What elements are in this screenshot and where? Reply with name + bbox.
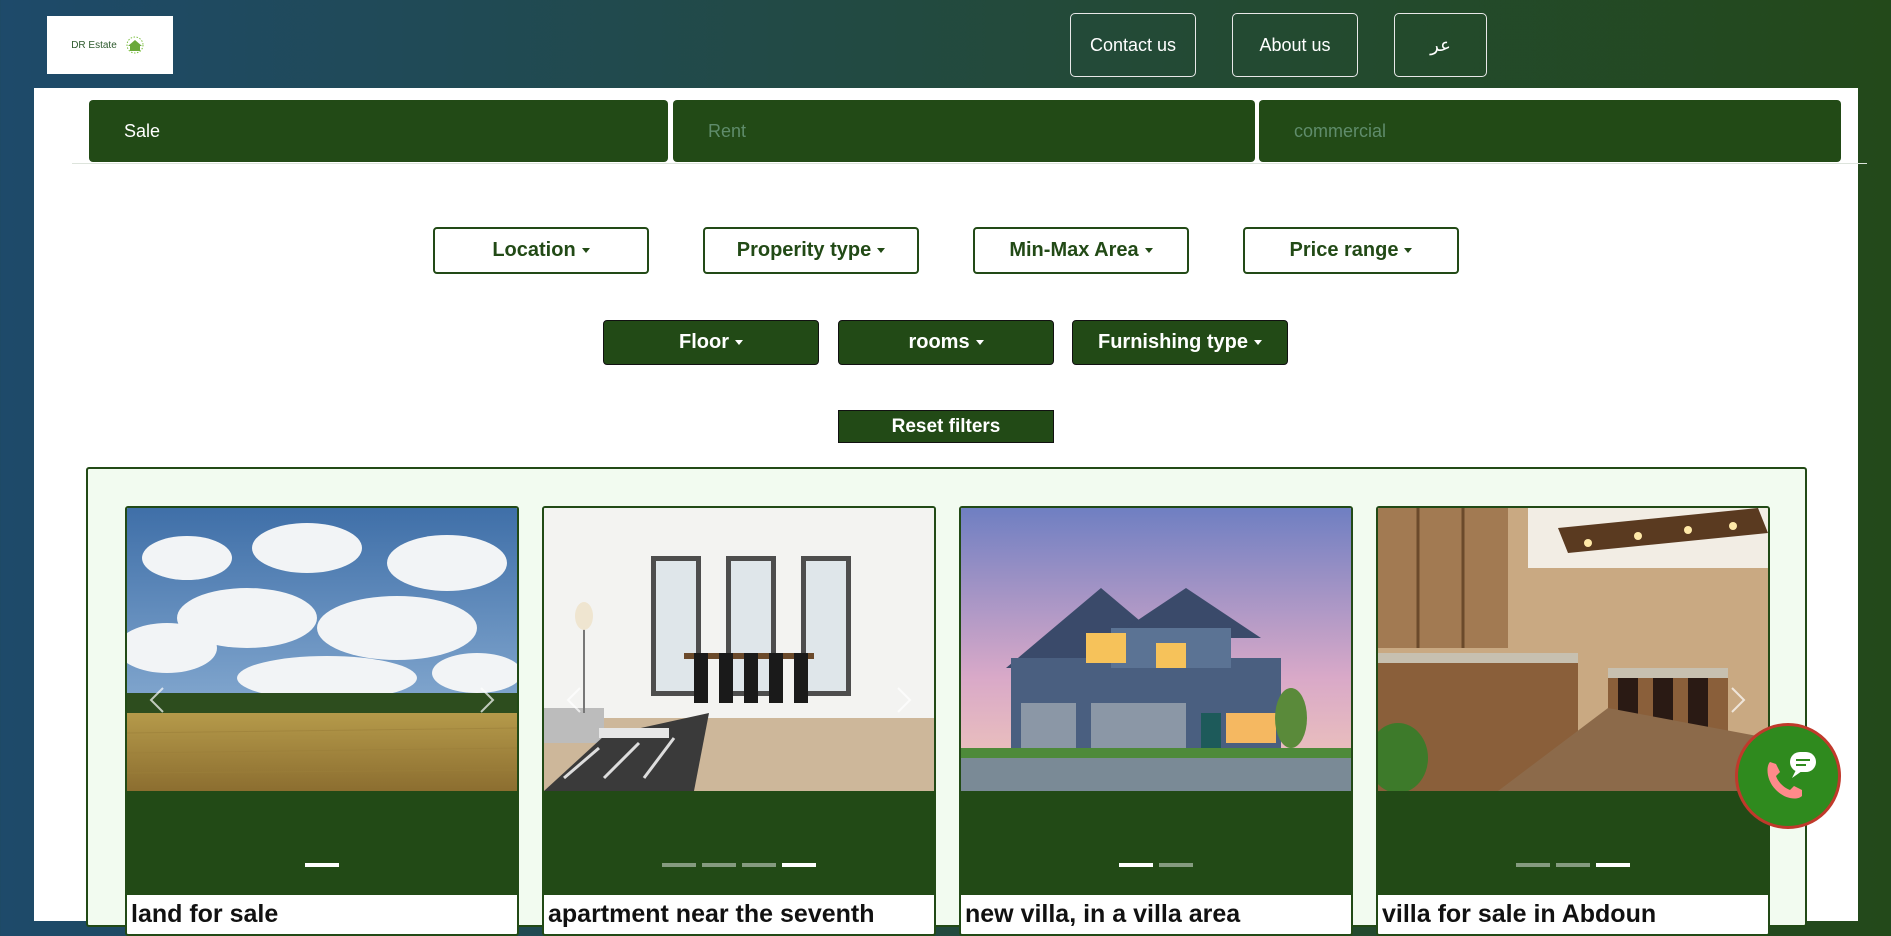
listing-title[interactable]: new villa, in a villa area bbox=[965, 900, 1240, 929]
floor-dropdown-label: Floor bbox=[679, 331, 729, 353]
listing-title[interactable]: land for sale bbox=[131, 900, 278, 929]
area-range-dropdown[interactable]: Min-Max Area bbox=[973, 227, 1189, 274]
location-dropdown[interactable]: Location bbox=[433, 227, 649, 274]
listing-image-field[interactable] bbox=[127, 508, 517, 791]
property-type-dropdown-label: Properity type bbox=[736, 239, 872, 261]
carousel-indicator[interactable] bbox=[742, 863, 776, 867]
carousel-indicators bbox=[544, 863, 934, 867]
carousel-indicator-band bbox=[961, 791, 1351, 895]
caret-down-icon bbox=[1144, 248, 1153, 253]
carousel-indicator[interactable] bbox=[1516, 863, 1550, 867]
carousel-indicator[interactable] bbox=[702, 863, 736, 867]
carousel-next-button[interactable] bbox=[479, 686, 495, 714]
carousel-indicator-band bbox=[127, 791, 517, 895]
location-dropdown-label: Location bbox=[492, 239, 576, 261]
caret-down-icon bbox=[581, 248, 590, 253]
field-landscape-image bbox=[127, 508, 517, 791]
carousel-indicator[interactable] bbox=[305, 863, 339, 867]
logo-text: DR Estate bbox=[71, 39, 117, 51]
caret-down-icon bbox=[1404, 248, 1413, 253]
contact-us-button[interactable]: Contact us bbox=[1070, 13, 1196, 77]
chevron-right-icon bbox=[1731, 687, 1746, 713]
price-range-dropdown-label: Price range bbox=[1289, 239, 1399, 261]
chevron-right-icon bbox=[480, 687, 495, 713]
carousel-next-button[interactable] bbox=[896, 686, 912, 714]
carousel-next-button[interactable] bbox=[1730, 686, 1746, 714]
listing-title[interactable]: apartment near the seventh bbox=[548, 900, 875, 929]
area-range-dropdown-label: Min-Max Area bbox=[1009, 239, 1139, 261]
carousel-indicator[interactable] bbox=[1159, 863, 1193, 867]
carousel-indicator-band bbox=[544, 791, 934, 895]
listing-image-kitchen[interactable] bbox=[1378, 508, 1768, 791]
listings-container: land for sale apartment near the seventh… bbox=[86, 467, 1807, 936]
carousel-indicators bbox=[1378, 863, 1768, 867]
listing-card[interactable]: apartment near the seventh bbox=[542, 506, 936, 936]
kitchen-interior-image bbox=[1378, 508, 1768, 791]
chevron-left-icon bbox=[149, 687, 164, 713]
property-type-dropdown[interactable]: Properity type bbox=[703, 227, 919, 274]
carousel-indicator[interactable] bbox=[782, 863, 816, 867]
furnishing-type-dropdown[interactable]: Furnishing type bbox=[1072, 320, 1288, 365]
rooms-dropdown-label: rooms bbox=[908, 331, 970, 353]
listing-image-villa[interactable] bbox=[961, 508, 1351, 791]
tab-sale[interactable]: Sale bbox=[89, 100, 668, 162]
tab-commercial[interactable]: commercial bbox=[1259, 100, 1841, 162]
carousel-indicator[interactable] bbox=[662, 863, 696, 867]
carousel-prev-button[interactable] bbox=[149, 686, 165, 714]
carousel-indicator[interactable] bbox=[1556, 863, 1590, 867]
about-us-button[interactable]: About us bbox=[1232, 13, 1358, 77]
tab-rent[interactable]: Rent bbox=[673, 100, 1255, 162]
chevron-right-icon bbox=[897, 687, 912, 713]
caret-down-icon bbox=[877, 248, 886, 253]
carousel-indicator[interactable] bbox=[1596, 863, 1630, 867]
carousel-indicators bbox=[961, 863, 1351, 867]
caret-down-icon bbox=[975, 340, 984, 345]
phone-chat-icon bbox=[1767, 752, 1816, 799]
price-range-dropdown[interactable]: Price range bbox=[1243, 227, 1459, 274]
chevron-left-icon bbox=[566, 687, 581, 713]
listing-title[interactable]: villa for sale in Abdoun bbox=[1382, 900, 1656, 929]
furnishing-type-dropdown-label: Furnishing type bbox=[1098, 331, 1248, 353]
house-logo-icon bbox=[126, 36, 144, 54]
reset-filters-button[interactable]: Reset filters bbox=[838, 410, 1054, 443]
carousel-indicator[interactable] bbox=[1119, 863, 1153, 867]
language-toggle-button[interactable]: عر bbox=[1394, 13, 1487, 77]
carousel-indicator-band bbox=[1378, 791, 1768, 895]
house-exterior-image bbox=[961, 508, 1351, 791]
carousel-indicators bbox=[127, 863, 517, 867]
listing-card[interactable]: land for sale bbox=[125, 506, 519, 936]
carousel-prev-button[interactable] bbox=[566, 686, 582, 714]
caret-down-icon bbox=[1254, 340, 1262, 345]
dining-room-image bbox=[544, 508, 934, 791]
caret-down-icon bbox=[735, 340, 743, 345]
call-chat-button[interactable] bbox=[1735, 723, 1841, 829]
rooms-dropdown[interactable]: rooms bbox=[838, 320, 1054, 365]
tabs-divider bbox=[72, 163, 1867, 164]
listing-card[interactable]: new villa, in a villa area bbox=[959, 506, 1353, 936]
listing-card[interactable]: villa for sale in Abdoun bbox=[1376, 506, 1770, 936]
floor-dropdown[interactable]: Floor bbox=[603, 320, 819, 365]
listing-image-apartment[interactable] bbox=[544, 508, 934, 791]
site-logo[interactable]: DR Estate bbox=[47, 16, 173, 74]
